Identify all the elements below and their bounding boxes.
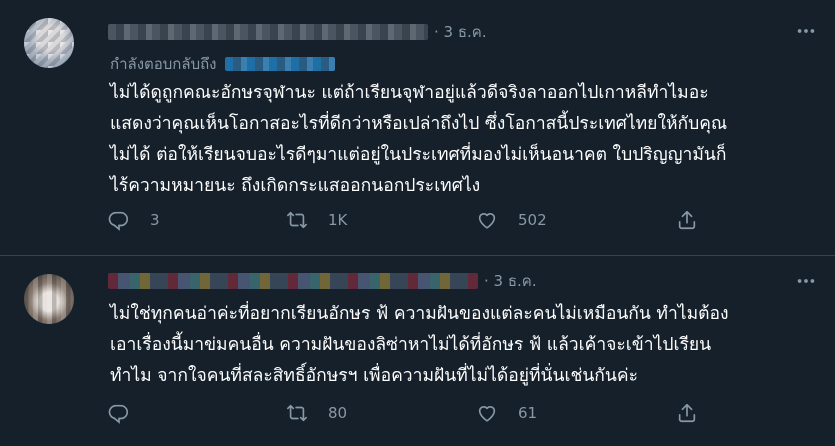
tweet-text-line: เอาเรื่องนี้มาข่มคนอื่น ความฝันของลิซ่าห…	[110, 335, 712, 355]
share-icon	[678, 210, 696, 230]
tweet[interactable]: · 3 ธ.ค. กำลังตอบกลับถึง ไม่ได้ดูถูกคณะอ…	[0, 0, 835, 255]
reply-button[interactable]: 3	[108, 209, 160, 231]
reply-icon	[108, 211, 129, 231]
tweet-text-line: ไม่ได้ดูถูกคณะอักษรจุฬานะ แต่ถ้าเรียนจุฬ…	[110, 83, 709, 103]
tweet-date[interactable]: · 3 ธ.ค.	[434, 20, 487, 44]
avatar[interactable]	[24, 18, 74, 68]
replying-to-label: กำลังตอบกลับถึง	[110, 55, 217, 73]
more-icon[interactable]	[795, 20, 817, 42]
retweet-count: 80	[328, 404, 348, 422]
tweet-text-line: ไม่ใช่ทุกคนอ่าค่ะที่อยากเรียนอักษร ฟ้ คว…	[110, 304, 729, 324]
censored-user-name[interactable]	[108, 273, 478, 289]
tweet-text-line: แสดงว่าคุณเห็นโอกาสอะไรที่ดีกว่าหรือเปล่…	[110, 114, 728, 134]
heart-icon	[478, 406, 496, 422]
share-button[interactable]	[676, 209, 698, 231]
share-button[interactable]	[676, 402, 698, 424]
tweet-text-line: ไร้ความหมายนะ ถึงเกิดกระแสออกนอกประเทศไง	[110, 176, 481, 196]
avatar[interactable]	[24, 274, 74, 324]
tweet-text: ไม่ใช่ทุกคนอ่าค่ะที่อยากเรียนอักษร ฟ้ คว…	[110, 299, 810, 392]
more-icon[interactable]	[795, 270, 817, 292]
tweet-date[interactable]: · 3 ธ.ค.	[484, 269, 537, 293]
tweet-actions: 80 61	[108, 402, 708, 426]
retweet-icon	[287, 211, 307, 229]
tweet-text-line: ไม่ได้ ต่อให้เรียนจบอะไรดีๆมาแต่อยู่ในปร…	[110, 145, 727, 165]
censored-user-name[interactable]	[108, 24, 428, 40]
share-icon	[678, 403, 696, 423]
reply-count: 3	[150, 211, 160, 229]
censored-mention-link[interactable]	[224, 57, 335, 71]
tweet-text-line: ทำไม จากใจคนที่สละสิทธิ์อักษรฯ เพื่อความ…	[110, 366, 638, 386]
tweet-header: · 3 ธ.ค.	[108, 270, 537, 292]
reply-button[interactable]	[108, 402, 150, 424]
retweet-button[interactable]: 80	[286, 402, 347, 424]
tweet-text: ไม่ได้ดูถูกคณะอักษรจุฬานะ แต่ถ้าเรียนจุฬ…	[110, 78, 810, 202]
tweet[interactable]: · 3 ธ.ค. ไม่ใช่ทุกคนอ่าค่ะที่อยากเรียนอั…	[0, 255, 835, 446]
tweet-actions: 3 1K 502	[108, 209, 708, 233]
tweet-header: · 3 ธ.ค.	[108, 21, 487, 43]
reply-icon	[108, 404, 129, 424]
retweet-button[interactable]: 1K	[286, 209, 347, 231]
heart-icon	[478, 213, 496, 229]
like-button[interactable]: 61	[476, 402, 537, 424]
replying-to: กำลังตอบกลับถึง	[110, 52, 335, 76]
like-count: 61	[518, 404, 538, 422]
like-count: 502	[518, 211, 547, 229]
retweet-icon	[287, 404, 307, 422]
retweet-count: 1K	[328, 211, 348, 229]
like-button[interactable]: 502	[476, 209, 547, 231]
